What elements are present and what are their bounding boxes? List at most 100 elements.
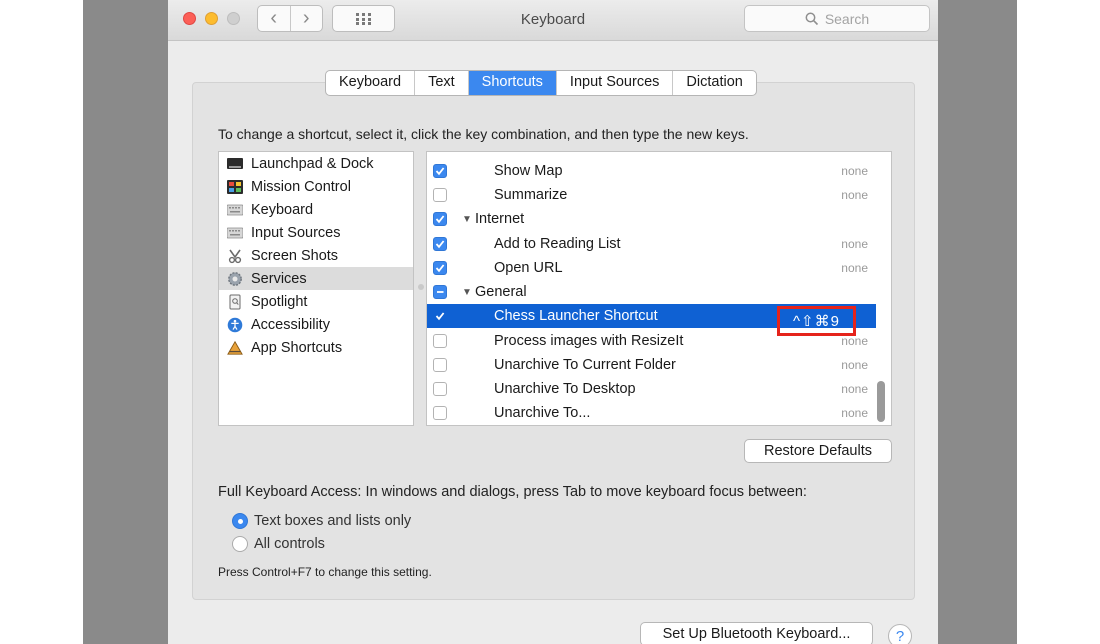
control-f7-hint: Press Control+F7 to change this setting.	[218, 565, 432, 579]
shortcut-keys[interactable]: none	[841, 334, 868, 348]
set-up-bluetooth-keyboard-button[interactable]: Set Up Bluetooth Keyboard...	[640, 622, 873, 644]
category-label: App Shortcuts	[251, 339, 343, 356]
instructions-text: To change a shortcut, select it, click t…	[218, 126, 749, 142]
radio-all-controls[interactable]: All controls	[232, 536, 325, 552]
services-gear-icon	[227, 271, 243, 287]
checkbox-checked[interactable]	[433, 212, 447, 226]
tab-dictation[interactable]: Dictation	[672, 71, 755, 95]
checkmark-icon	[435, 312, 445, 321]
shortcut-row-unarchive-to[interactable]: Unarchive To... none	[427, 401, 876, 425]
tab-text[interactable]: Text	[414, 71, 468, 95]
radio-selected-icon	[232, 513, 248, 529]
checkbox-mixed[interactable]	[433, 285, 447, 299]
checkbox-unchecked[interactable]	[433, 334, 447, 348]
disclosure-triangle-icon[interactable]: ▼	[462, 214, 472, 225]
checkbox[interactable]	[433, 151, 447, 152]
split-view-divider[interactable]	[418, 284, 424, 290]
checkmark-icon	[435, 167, 445, 176]
help-button[interactable]: ?	[888, 624, 912, 644]
checkbox-unchecked[interactable]	[433, 406, 447, 420]
shortcut-label: Unarchive To...	[494, 405, 591, 421]
spotlight-icon	[227, 294, 243, 310]
category-label: Services	[251, 270, 307, 287]
category-screen-shots[interactable]: Screen Shots	[219, 244, 413, 267]
shortcut-keys[interactable]: none	[841, 382, 868, 396]
shortcut-keys[interactable]: none	[841, 406, 868, 420]
shortcut-label: Chess Launcher Shortcut	[494, 308, 658, 324]
radio-label: All controls	[254, 536, 325, 552]
shortcut-row-unarchive-current-folder[interactable]: Unarchive To Current Folder none	[427, 353, 876, 377]
checkmark-icon	[435, 264, 445, 273]
full-keyboard-access-label: Full Keyboard Access: In windows and dia…	[218, 484, 807, 500]
shortcut-keys-highlighted[interactable]: ^⇧⌘9	[777, 306, 856, 336]
shortcut-keys[interactable]: none	[841, 164, 868, 178]
restore-defaults-button[interactable]: Restore Defaults	[744, 439, 892, 463]
category-label: Accessibility	[251, 316, 330, 333]
category-app-shortcuts[interactable]: App Shortcuts	[219, 336, 413, 359]
category-launchpad-dock[interactable]: Launchpad & Dock	[219, 152, 413, 175]
category-label: Mission Control	[251, 178, 351, 195]
shortcut-row-add-to-reading-list[interactable]: Add to Reading List none	[427, 232, 876, 256]
shortcut-label: Unarchive To Current Folder	[494, 357, 676, 373]
checkbox-unchecked[interactable]	[433, 382, 447, 396]
shortcut-label: Show Map	[494, 163, 563, 179]
group-row-internet[interactable]: ▼ Internet	[427, 207, 876, 231]
shortcut-row-unarchive-desktop[interactable]: Unarchive To Desktop none	[427, 377, 876, 401]
category-services[interactable]: Services	[219, 267, 413, 290]
checkbox-checked[interactable]	[433, 309, 447, 323]
keyboard-preferences-window: ‹ › Keyboard Search Keyboard Text Shortc…	[168, 0, 938, 644]
category-mission-control[interactable]: Mission Control	[219, 175, 413, 198]
title-bar: ‹ › Keyboard Search	[168, 0, 938, 41]
shortcut-keys[interactable]: none	[841, 237, 868, 251]
checkbox-checked[interactable]	[433, 164, 447, 178]
radio-label: Text boxes and lists only	[254, 513, 412, 529]
accessibility-icon	[227, 317, 243, 333]
shortcut-row-open-url[interactable]: Open URL none	[427, 256, 876, 280]
shortcut-keys[interactable]: none	[841, 261, 868, 275]
shortcut-label: Process images with ResizeIt	[494, 333, 684, 349]
checkbox-checked[interactable]	[433, 237, 447, 251]
search-field[interactable]: Search	[744, 5, 930, 32]
checkmark-icon	[435, 240, 445, 249]
category-label: Screen Shots	[251, 247, 339, 264]
group-row-general[interactable]: ▼ General	[427, 280, 876, 304]
checkbox-unchecked[interactable]	[433, 358, 447, 372]
mission-control-icon	[227, 179, 243, 195]
tab-shortcuts[interactable]: Shortcuts	[467, 71, 556, 95]
category-input-sources[interactable]: Input Sources	[219, 221, 413, 244]
category-accessibility[interactable]: Accessibility	[219, 313, 413, 336]
category-keyboard[interactable]: Keyboard	[219, 198, 413, 221]
category-label: Launchpad & Dock	[251, 155, 374, 172]
shortcut-keys[interactable]: none	[841, 358, 868, 372]
tab-keyboard[interactable]: Keyboard	[326, 71, 414, 95]
category-spotlight[interactable]: Spotlight	[219, 290, 413, 313]
shortcut-row-chess-launcher[interactable]: Chess Launcher Shortcut ^⇧⌘9	[427, 304, 876, 336]
checkbox-checked[interactable]	[433, 261, 447, 275]
keyboard-icon	[227, 202, 243, 218]
scrollbar-thumb[interactable]	[877, 381, 885, 422]
launchpad-dock-icon	[227, 156, 243, 172]
shortcut-label: Open URL	[494, 260, 563, 276]
screen-shots-icon	[227, 248, 243, 264]
category-label: Keyboard	[251, 201, 314, 218]
shortcut-keys[interactable]: none	[841, 188, 868, 202]
shortcut-label: Summarize	[494, 187, 568, 203]
input-sources-icon	[227, 225, 243, 241]
shortcut-row-show-map[interactable]: Show Map none	[427, 159, 876, 183]
disclosure-triangle-icon[interactable]: ▼	[462, 287, 472, 298]
shortcut-categories-list: Launchpad & Dock Mission Control Keyboar…	[218, 151, 414, 426]
radio-text-boxes-lists[interactable]: Text boxes and lists only	[232, 513, 411, 529]
search-icon	[805, 12, 818, 25]
category-label: Spotlight	[251, 293, 308, 310]
checkbox-unchecked[interactable]	[433, 188, 447, 202]
shortcut-label: Add to Reading List	[494, 236, 621, 252]
group-label: General	[475, 284, 527, 300]
app-shortcuts-icon	[227, 340, 243, 356]
shortcuts-list: Show Map none Summarize none ▼ Internet …	[426, 151, 892, 426]
search-placeholder: Search	[824, 10, 870, 27]
checkmark-icon	[435, 215, 445, 224]
radio-unselected-icon	[232, 536, 248, 552]
tab-input-sources[interactable]: Input Sources	[555, 71, 672, 95]
shortcut-row-summarize[interactable]: Summarize none	[427, 183, 876, 207]
category-label: Input Sources	[251, 224, 341, 241]
